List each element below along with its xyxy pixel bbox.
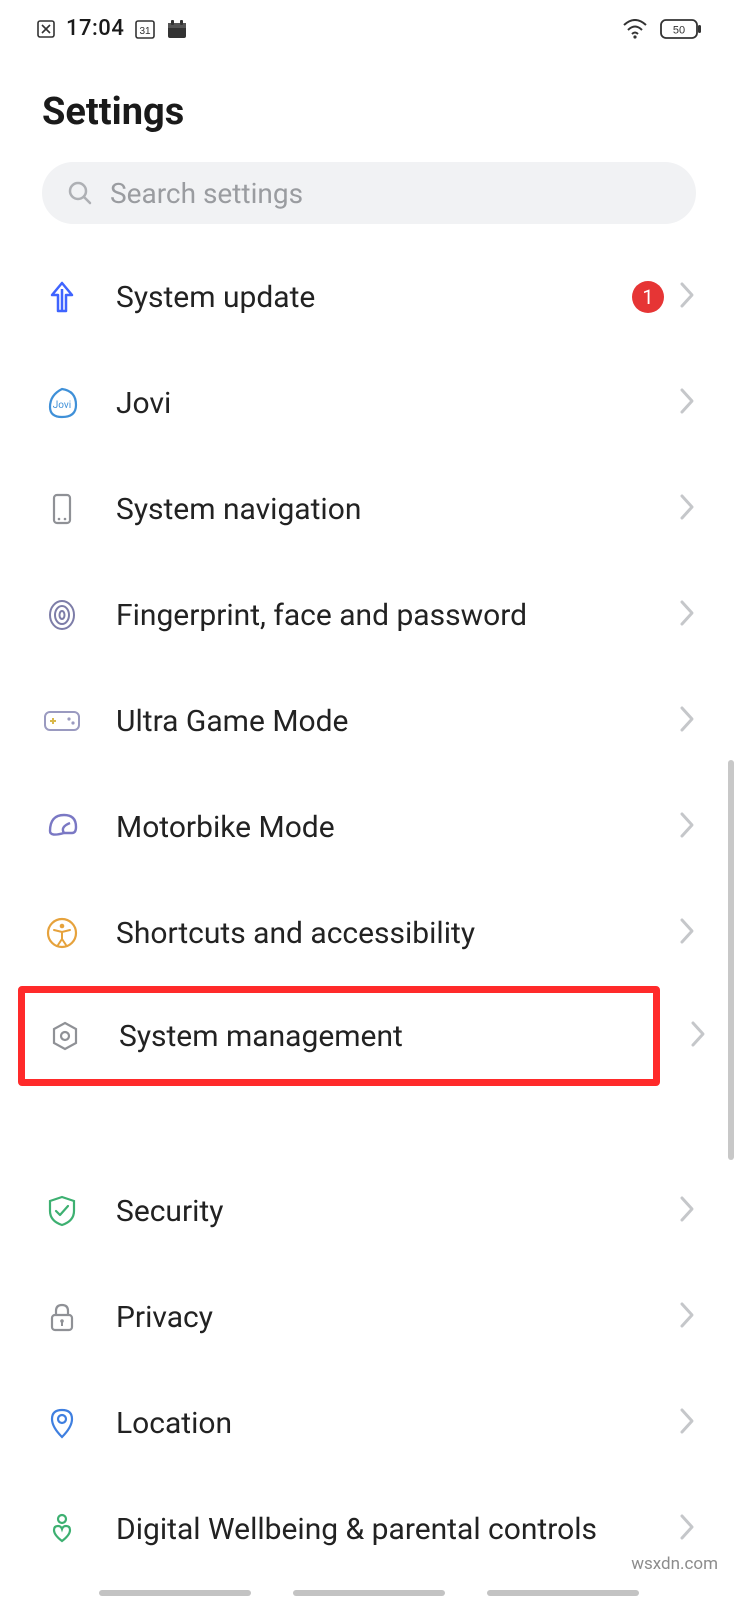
item-label: System navigation: [116, 492, 644, 527]
chevron-right-icon: [678, 598, 696, 632]
nav-seg[interactable]: [99, 1590, 251, 1596]
item-security[interactable]: Security: [0, 1158, 738, 1264]
notification-badge: 1: [632, 281, 664, 313]
status-right: 50: [622, 18, 702, 40]
arrow-up-icon: [42, 277, 82, 317]
nav-seg[interactable]: [293, 1590, 445, 1596]
lock-icon: [42, 1297, 82, 1337]
item-motorbike[interactable]: Motorbike Mode: [0, 774, 738, 880]
item-system-update[interactable]: System update 1: [0, 244, 738, 350]
item-label: Digital Wellbeing & parental controls: [116, 1512, 644, 1547]
item-label: System update: [116, 280, 598, 315]
status-left: 17:04 31: [36, 16, 188, 41]
item-label: Privacy: [116, 1300, 644, 1335]
wifi-icon: [622, 19, 648, 39]
chevron-right-icon: [678, 280, 696, 314]
item-jovi[interactable]: Jovi Jovi: [0, 350, 738, 456]
pin-icon: [42, 1403, 82, 1443]
phone-icon: [42, 489, 82, 529]
chevron-right-icon: [678, 1300, 696, 1334]
item-shortcuts[interactable]: Shortcuts and accessibility: [0, 880, 738, 986]
item-ultra-game[interactable]: Ultra Game Mode: [0, 668, 738, 774]
watermark: wsxdn.com: [631, 1554, 718, 1574]
calendar-icon: 31: [134, 18, 156, 40]
item-label: Ultra Game Mode: [116, 704, 644, 739]
item-label: Shortcuts and accessibility: [116, 916, 644, 951]
chevron-right-icon: [678, 1194, 696, 1228]
chevron-right-icon: [678, 810, 696, 844]
svg-text:Jovi: Jovi: [53, 400, 71, 411]
chevron-right-icon: [678, 704, 696, 738]
item-fingerprint[interactable]: Fingerprint, face and password: [0, 562, 738, 668]
chevron-right-icon: [678, 492, 696, 526]
shield-icon: [42, 1191, 82, 1231]
search-placeholder: Search settings: [110, 177, 303, 210]
nav-seg[interactable]: [487, 1590, 639, 1596]
item-label: Fingerprint, face and password: [116, 598, 644, 633]
chevron-right-icon: [689, 1019, 707, 1053]
search-icon: [66, 179, 94, 207]
item-label: Security: [116, 1194, 644, 1229]
fingerprint-icon: [42, 595, 82, 635]
accessibility-icon: [42, 913, 82, 953]
jovi-icon: Jovi: [42, 383, 82, 423]
battery-icon: 50: [660, 18, 702, 40]
nav-bar: [0, 1590, 738, 1596]
item-label: Location: [116, 1406, 644, 1441]
chevron-right-icon: [678, 386, 696, 420]
group-gap: [0, 1086, 738, 1158]
chevron-right-icon: [678, 1512, 696, 1546]
page-title: Settings: [0, 50, 738, 162]
search-input[interactable]: Search settings: [42, 162, 696, 224]
item-privacy[interactable]: Privacy: [0, 1264, 738, 1370]
item-location[interactable]: Location: [0, 1370, 738, 1476]
calendar-dark-icon: [166, 18, 188, 40]
gamepad-icon: [42, 701, 82, 741]
item-label: System management: [119, 1019, 653, 1054]
chevron-right-icon: [678, 1406, 696, 1440]
item-wellbeing[interactable]: Digital Wellbeing & parental controls: [0, 1476, 738, 1582]
item-system-navigation[interactable]: System navigation: [0, 456, 738, 562]
settings-list: System update 1 Jovi Jovi System navigat…: [0, 244, 738, 1582]
item-label: Motorbike Mode: [116, 810, 644, 845]
status-time: 17:04: [66, 16, 124, 41]
status-bar: 17:04 31 50: [0, 0, 738, 50]
svg-text:50: 50: [673, 24, 685, 36]
svg-text:31: 31: [140, 26, 152, 37]
scrollbar-thumb[interactable]: [728, 760, 734, 1160]
sim-off-icon: [36, 19, 56, 39]
chevron-right-icon: [678, 916, 696, 950]
item-trail: 1: [632, 280, 696, 314]
helmet-icon: [42, 807, 82, 847]
hexnut-icon: [45, 1016, 85, 1056]
item-label: Jovi: [116, 386, 644, 421]
item-system-management[interactable]: System management: [18, 986, 660, 1086]
heart-person-icon: [42, 1509, 82, 1549]
